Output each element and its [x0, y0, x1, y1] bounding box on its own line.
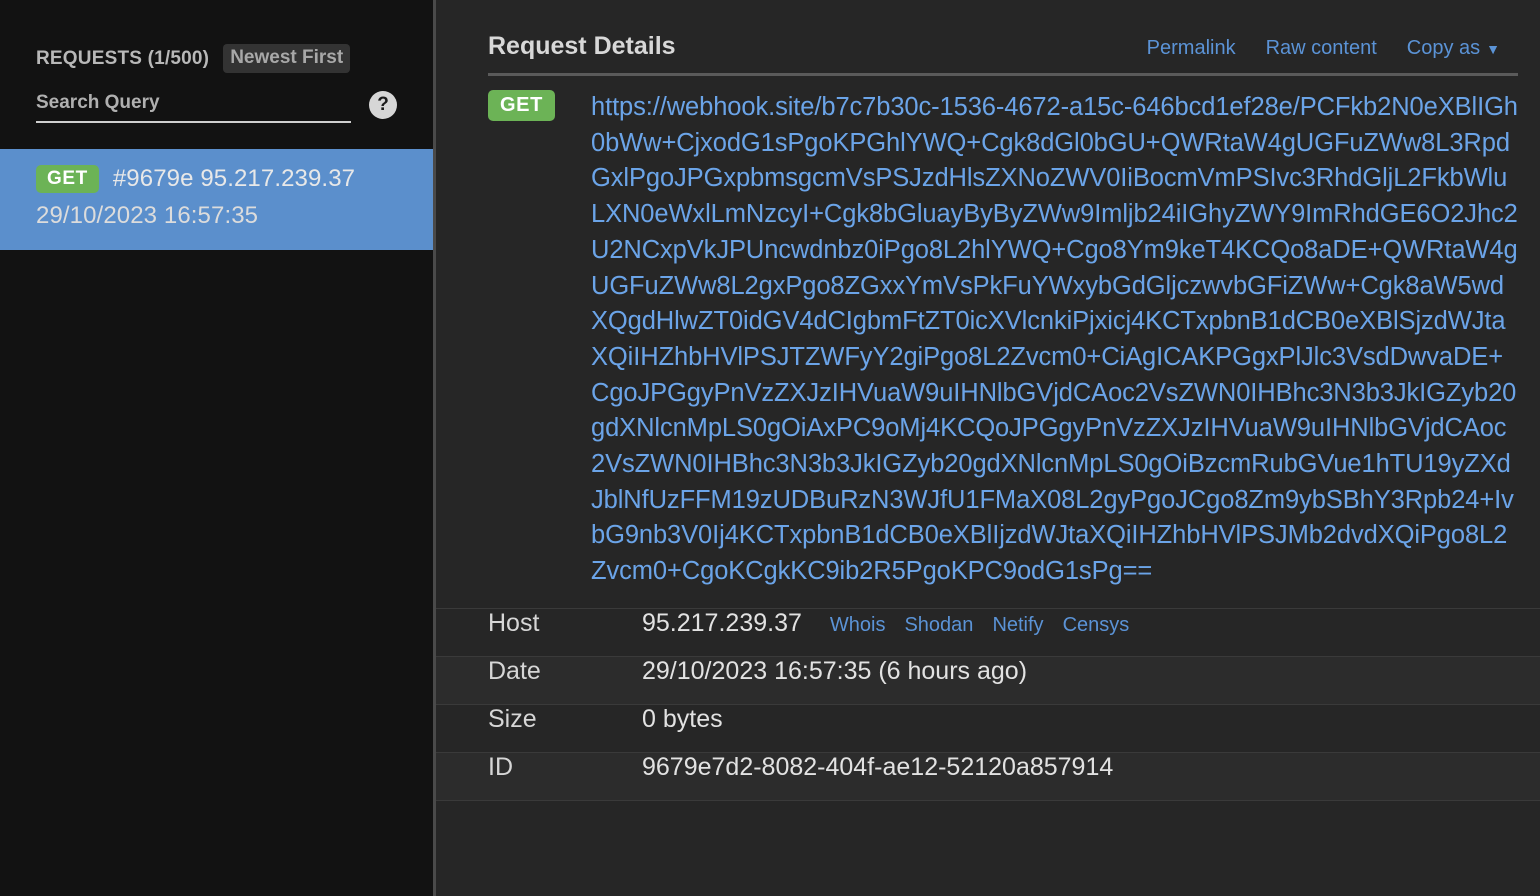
table-row: ID 9679e7d2-8082-404f-ae12-52120a857914	[436, 752, 1540, 801]
date-value-cell: 29/10/2023 16:57:35 (6 hours ago)	[642, 657, 1027, 686]
request-url-block: GET https://webhook.site/b7c7b30c-1536-4…	[436, 76, 1540, 590]
question-mark-icon[interactable]: ?	[369, 91, 397, 119]
size-value-cell: 0 bytes	[642, 705, 723, 734]
search-input[interactable]	[36, 91, 351, 123]
table-row: Host 95.217.239.37 Whois Shodan Netify C…	[436, 609, 1540, 657]
copy-as-dropdown[interactable]: Copy as ▼	[1407, 37, 1500, 60]
page-title: Request Details	[488, 32, 676, 60]
request-method-badge: GET	[36, 165, 99, 193]
date-value: 29/10/2023 16:57:35 (6 hours ago)	[642, 656, 1028, 685]
chevron-down-icon: ▼	[1486, 41, 1500, 57]
request-item-header: GET #9679e 95.217.239.37	[0, 165, 433, 193]
requests-sidebar: REQUESTS (1/500) Newest First ? GET #967…	[0, 0, 436, 896]
netify-link[interactable]: Netify	[992, 614, 1043, 637]
request-list: GET #9679e 95.217.239.37 29/10/2023 16:5…	[0, 149, 433, 250]
whois-link[interactable]: Whois	[830, 614, 886, 637]
host-label: Host	[488, 608, 540, 637]
request-detail-table: Host 95.217.239.37 Whois Shodan Netify C…	[436, 607, 1540, 801]
id-value-cell: 9679e7d2-8082-404f-ae12-52120a857914	[642, 753, 1113, 782]
id-value: 9679e7d2-8082-404f-ae12-52120a857914	[642, 752, 1114, 781]
table-row: Date 29/10/2023 16:57:35 (6 hours ago)	[436, 656, 1540, 705]
size-value: 0 bytes	[642, 704, 723, 733]
host-value: 95.217.239.37	[642, 608, 802, 637]
permalink-link[interactable]: Permalink	[1147, 37, 1236, 60]
raw-content-link[interactable]: Raw content	[1266, 37, 1377, 60]
copy-as-label: Copy as	[1406, 37, 1481, 59]
panel-header: Request Details Permalink Raw content Co…	[436, 0, 1540, 61]
request-method-cell: GET	[488, 90, 591, 121]
host-value-cell: 95.217.239.37 Whois Shodan Netify Censys	[642, 609, 1129, 638]
date-label: Date	[488, 656, 541, 685]
list-item[interactable]: GET #9679e 95.217.239.37 29/10/2023 16:5…	[0, 149, 433, 250]
requests-count-title: REQUESTS (1/500)	[36, 47, 210, 69]
sidebar-header: REQUESTS (1/500) Newest First	[0, 0, 433, 73]
request-item-timestamp: 29/10/2023 16:57:35	[36, 202, 259, 229]
request-url-link[interactable]: https://webhook.site/b7c7b30c-1536-4672-…	[591, 90, 1518, 590]
id-label: ID	[488, 752, 513, 781]
webhook-inspector-app: REQUESTS (1/500) Newest First ? GET #967…	[0, 0, 1540, 896]
censys-link[interactable]: Censys	[1063, 614, 1130, 637]
search-row: ?	[0, 73, 400, 123]
request-item-summary: #9679e 95.217.239.37	[112, 165, 356, 192]
request-details-panel: Request Details Permalink Raw content Co…	[436, 0, 1540, 896]
request-method-badge: GET	[488, 90, 555, 121]
table-row: Size 0 bytes	[436, 705, 1540, 753]
sort-order-toggle[interactable]: Newest First	[223, 44, 351, 73]
shodan-link[interactable]: Shodan	[904, 614, 973, 637]
host-lookup-links: Whois Shodan Netify Censys	[830, 614, 1129, 637]
size-label: Size	[488, 704, 537, 733]
panel-header-actions: Permalink Raw content Copy as ▼	[1147, 37, 1500, 60]
